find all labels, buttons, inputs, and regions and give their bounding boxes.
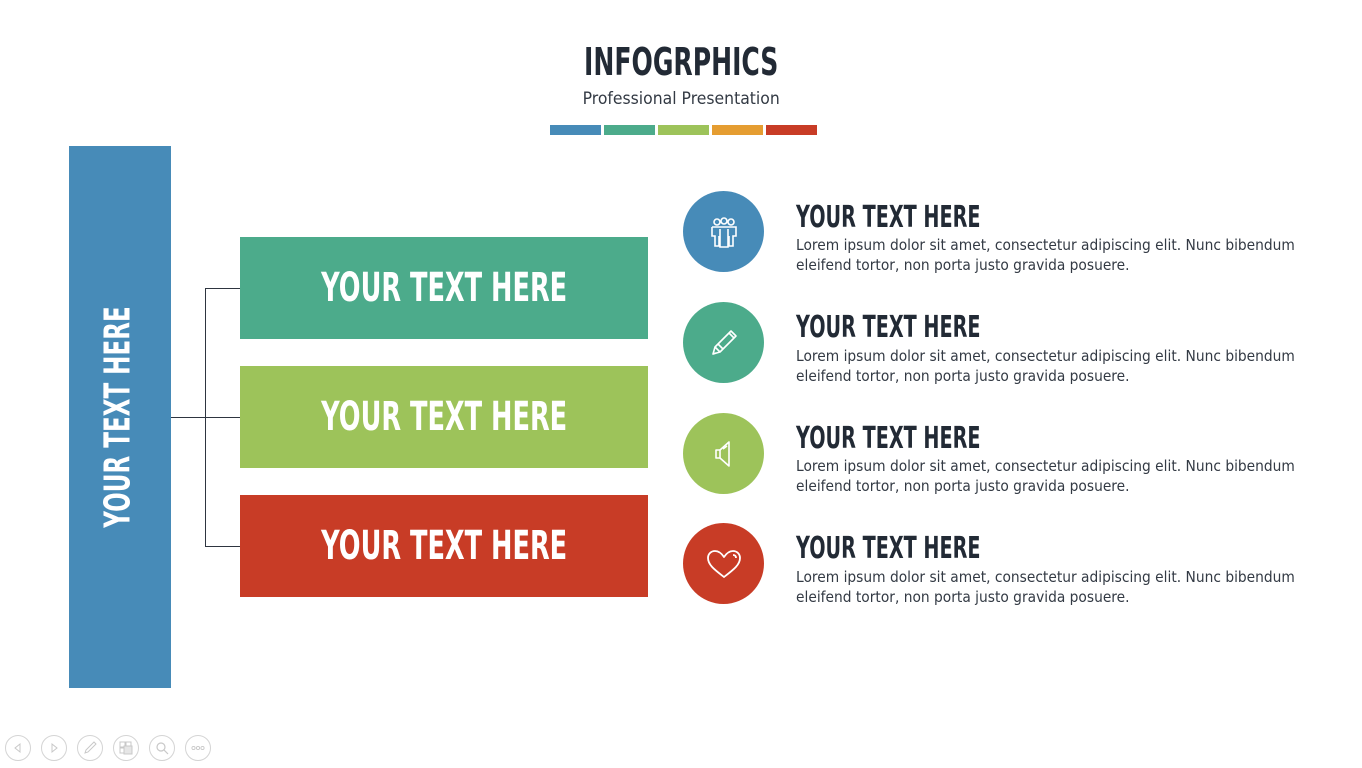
item-title-2: YOUR TEXT HERE bbox=[796, 310, 981, 345]
people-icon bbox=[710, 216, 737, 248]
pen-tool-button[interactable] bbox=[77, 735, 103, 761]
slide-sorter-button[interactable] bbox=[113, 735, 139, 761]
side-block-label: YOUR TEXT HERE bbox=[97, 306, 139, 528]
previous-slide-button[interactable] bbox=[5, 735, 31, 761]
item-circle-4 bbox=[683, 523, 764, 604]
item-desc-1: Lorem ipsum dolor sit amet, consectetur … bbox=[796, 236, 1295, 274]
ellipsis-icon bbox=[191, 745, 205, 751]
arrow-right-icon bbox=[51, 742, 58, 754]
color-bar bbox=[550, 125, 817, 135]
box-2: YOUR TEXT HERE bbox=[240, 366, 648, 468]
color-swatch-teal bbox=[604, 125, 655, 135]
slideshow-toolbar bbox=[5, 735, 211, 761]
item-circle-3 bbox=[683, 413, 764, 494]
color-swatch-red bbox=[766, 125, 817, 135]
item-desc-2: Lorem ipsum dolor sit amet, consectetur … bbox=[796, 347, 1295, 385]
connector-top bbox=[205, 288, 240, 289]
slides-icon bbox=[119, 741, 133, 755]
color-swatch-green bbox=[658, 125, 709, 135]
arrow-left-icon bbox=[14, 742, 21, 754]
item-circle-1 bbox=[683, 191, 764, 272]
more-options-button[interactable] bbox=[185, 735, 211, 761]
item-title-1: YOUR TEXT HERE bbox=[796, 200, 981, 235]
item-desc-4: Lorem ipsum dolor sit amet, consectetur … bbox=[796, 568, 1295, 606]
speaker-icon bbox=[714, 440, 730, 467]
box-3: YOUR TEXT HERE bbox=[240, 495, 648, 597]
slide-title: INFOGRPHICS bbox=[583, 40, 779, 84]
pencil-icon bbox=[711, 329, 737, 355]
item-circle-2 bbox=[683, 302, 764, 383]
slide-subtitle: Professional Presentation bbox=[582, 89, 780, 109]
zoom-button[interactable] bbox=[149, 735, 175, 761]
color-swatch-blue bbox=[550, 125, 601, 135]
magnifier-icon bbox=[156, 742, 169, 755]
item-title-4: YOUR TEXT HERE bbox=[796, 531, 981, 566]
connector-vertical bbox=[205, 288, 206, 547]
color-swatch-orange bbox=[712, 125, 763, 135]
pen-icon bbox=[84, 741, 97, 754]
item-desc-3: Lorem ipsum dolor sit amet, consectetur … bbox=[796, 457, 1295, 495]
connector-bottom bbox=[205, 546, 240, 547]
item-title-3: YOUR TEXT HERE bbox=[796, 421, 981, 456]
next-slide-button[interactable] bbox=[41, 735, 67, 761]
heart-icon bbox=[706, 549, 741, 578]
box-1: YOUR TEXT HERE bbox=[240, 237, 648, 339]
